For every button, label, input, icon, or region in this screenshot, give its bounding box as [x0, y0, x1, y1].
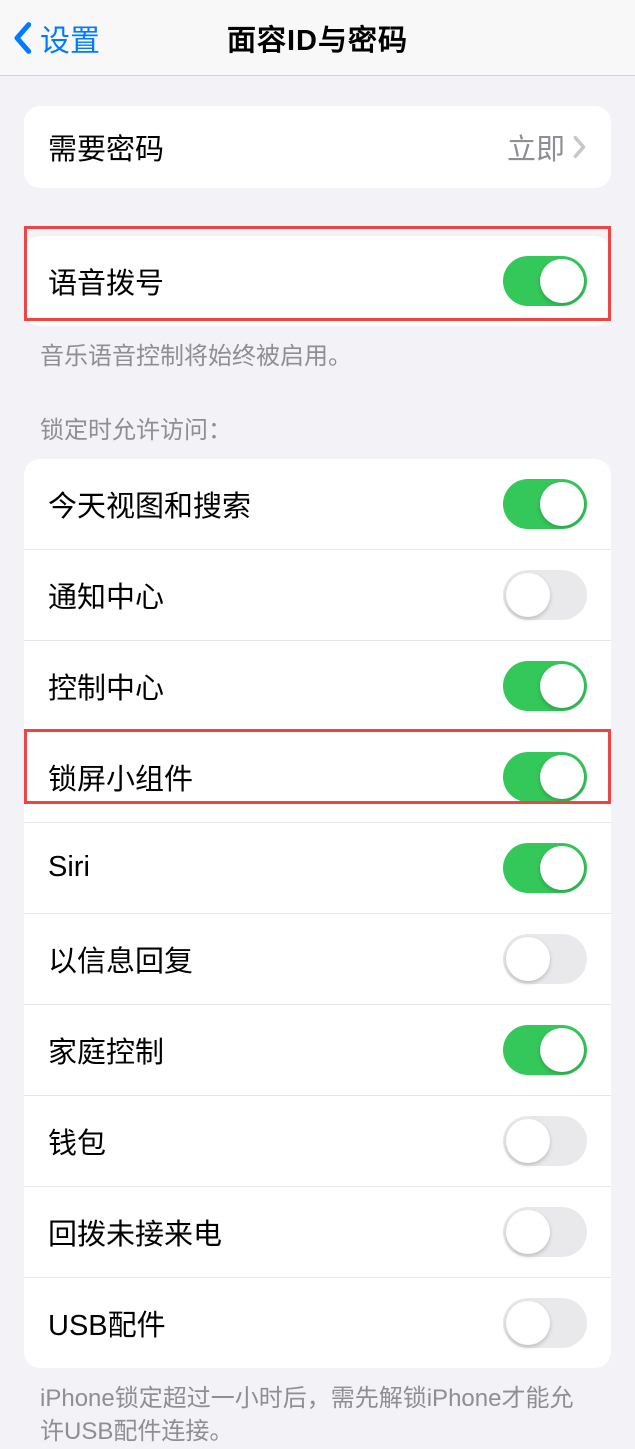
lock-access-item-label: 控制中心 [48, 665, 164, 707]
lock-access-row: USB配件 [24, 1278, 611, 1368]
lock-access-toggle[interactable] [503, 661, 587, 711]
page-title: 面容ID与密码 [227, 17, 408, 59]
lock-access-row: 以信息回复 [24, 914, 611, 1005]
toggle-knob [506, 937, 550, 981]
lock-access-item-label: 通知中心 [48, 574, 164, 616]
lock-access-toggle[interactable] [503, 752, 587, 802]
lock-access-item-label: 以信息回复 [48, 938, 193, 980]
chevron-right-icon [573, 135, 587, 159]
toggle-knob [540, 755, 584, 799]
lock-access-toggle[interactable] [503, 1298, 587, 1348]
lock-access-toggle[interactable] [503, 843, 587, 893]
chevron-left-icon [12, 21, 32, 55]
voice-dial-group: 语音拨号 [24, 236, 611, 326]
lock-access-item-label: 回拨未接来电 [48, 1211, 222, 1253]
back-button[interactable]: 设置 [0, 16, 100, 60]
lock-access-item-label: USB配件 [48, 1302, 166, 1344]
lock-access-item-label: Siri [48, 851, 90, 884]
back-label: 设置 [40, 16, 100, 60]
voice-dial-section: 语音拨号 音乐语音控制将始终被启用。 [0, 236, 635, 374]
lock-access-footer: iPhone锁定超过一小时后，需先解锁iPhone才能允许USB配件连接。 [0, 1368, 635, 1449]
lock-access-header: 锁定时允许访问： [0, 410, 635, 459]
toggle-knob [506, 1119, 550, 1163]
lock-access-item-label: 锁屏小组件 [48, 756, 193, 798]
lock-access-row: 今天视图和搜索 [24, 459, 611, 550]
voice-dial-footer: 音乐语音控制将始终被启用。 [0, 326, 635, 374]
toggle-knob [540, 482, 584, 526]
lock-access-toggle[interactable] [503, 479, 587, 529]
lock-access-row: 锁屏小组件 [24, 732, 611, 823]
require-passcode-value: 立即 [507, 126, 565, 168]
toggle-knob [506, 573, 550, 617]
toggle-knob [506, 1210, 550, 1254]
lock-access-item-label: 家庭控制 [48, 1029, 164, 1071]
lock-access-item-label: 今天视图和搜索 [48, 483, 251, 525]
require-passcode-row[interactable]: 需要密码 立即 [24, 106, 611, 188]
lock-access-row: 回拨未接来电 [24, 1187, 611, 1278]
lock-access-toggle[interactable] [503, 570, 587, 620]
lock-access-row: 控制中心 [24, 641, 611, 732]
lock-access-row: 通知中心 [24, 550, 611, 641]
lock-access-row: Siri [24, 823, 611, 914]
toggle-knob [540, 664, 584, 708]
lock-access-group: 今天视图和搜索通知中心控制中心锁屏小组件 Siri 以信息回复家庭控制钱包回拨未接来… [24, 459, 611, 1368]
lock-access-toggle[interactable] [503, 934, 587, 984]
content: 需要密码 立即 语音拨号 音乐语音控制将始终被启用。 锁定时允许访问： 今天 [0, 106, 635, 1449]
toggle-knob [540, 1028, 584, 1072]
lock-access-toggle[interactable] [503, 1207, 587, 1257]
row-right: 立即 [507, 126, 587, 168]
lock-access-row: 家庭控制 [24, 1005, 611, 1096]
lock-access-toggle[interactable] [503, 1116, 587, 1166]
toggle-knob [540, 259, 584, 303]
passcode-group: 需要密码 立即 [24, 106, 611, 188]
toggle-knob [506, 1301, 550, 1345]
toggle-knob [540, 846, 584, 890]
lock-access-toggle[interactable] [503, 1025, 587, 1075]
voice-dial-toggle[interactable] [503, 256, 587, 306]
lock-access-item-label: 钱包 [48, 1120, 106, 1162]
passcode-section: 需要密码 立即 [0, 106, 635, 188]
voice-dial-label: 语音拨号 [48, 260, 164, 302]
nav-bar: 设置 面容ID与密码 [0, 0, 635, 76]
lock-access-row: 钱包 [24, 1096, 611, 1187]
require-passcode-label: 需要密码 [48, 126, 164, 168]
lock-access-section: 锁定时允许访问： 今天视图和搜索通知中心控制中心锁屏小组件 Siri 以信息回复家庭… [0, 410, 635, 1449]
voice-dial-row: 语音拨号 [24, 236, 611, 326]
